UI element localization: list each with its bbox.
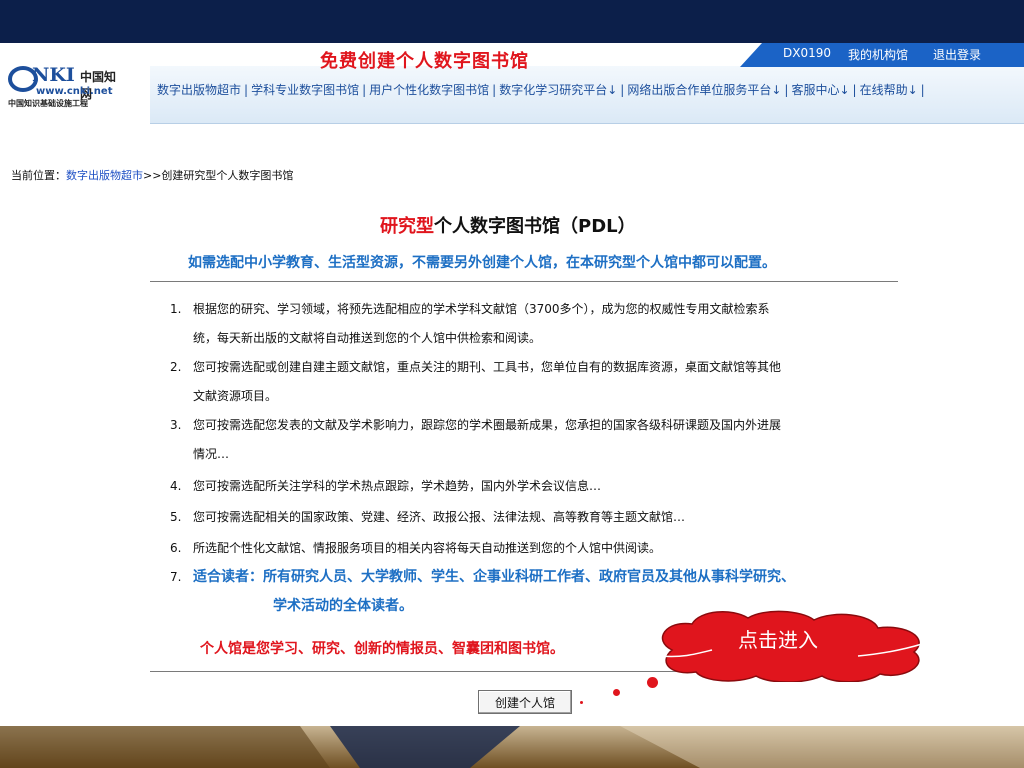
list-item-line: 情况… xyxy=(193,447,230,461)
dropdown-arrow-icon: ↓ xyxy=(607,83,618,97)
list-item-number: 2. xyxy=(170,360,182,374)
breadcrumb-link[interactable]: 数字出版物超市 xyxy=(66,169,143,182)
list-item-number: 5. xyxy=(170,510,182,524)
logo-subtitle: 中国知识基础设施工程 xyxy=(8,99,88,108)
nav-separator: | xyxy=(920,83,925,97)
nav-item-online-help[interactable]: 在线帮助↓ xyxy=(860,83,918,97)
nav-separator: | xyxy=(244,83,249,97)
nav-item-personal-library[interactable]: 用户个性化数字图书馆 xyxy=(369,83,489,97)
nav-separator: | xyxy=(492,83,497,97)
list-item-line: 您可按需选配或创建自建主题文献馆，重点关注的期刊、工具书，您单位自有的数据库资源… xyxy=(193,360,782,374)
list-item-line: 所选配个性化文献馆、情报服务项目的相关内容将每天自动推送到您的个人馆中供阅读。 xyxy=(193,541,662,555)
nav-item-subject-library[interactable]: 学科专业数字图书馆 xyxy=(251,83,359,97)
list-item-number: 3. xyxy=(170,418,182,432)
callout-dot-icon xyxy=(613,689,620,696)
logout-link[interactable]: 退出登录 xyxy=(933,46,981,63)
breadcrumb: 当前位置：数字出版物超市>>创建研究型个人数字图书馆 xyxy=(11,167,293,183)
bottom-decoration xyxy=(0,726,1024,768)
list-item-line: 您可按需选配相关的国家政策、党建、经济、政报公报、法律法规、高等教育等主题文献馆… xyxy=(193,510,686,524)
list-item-number: 7. xyxy=(170,570,182,584)
nav-separator: | xyxy=(784,83,789,97)
dropdown-arrow-icon: ↓ xyxy=(907,83,918,97)
top-banner xyxy=(0,0,1024,43)
nav-item-label: 客服中心 xyxy=(791,83,840,97)
breadcrumb-prefix: 当前位置： xyxy=(11,169,66,182)
nav-separator: | xyxy=(620,83,625,97)
divider xyxy=(150,281,898,282)
list-item-line: 适合读者：所有研究人员、大学教师、学生、企事业科研工作者、政府官员及其他从事科学… xyxy=(193,569,795,585)
nav-separator: | xyxy=(362,83,367,97)
dropdown-arrow-icon: ↓ xyxy=(771,83,782,97)
list-item-line: 根据您的研究、学习领域，将预先选配相应的学术学科文献馆（3700多个），成为您的… xyxy=(193,302,770,316)
callout-label[interactable]: 点击进入 xyxy=(738,624,818,653)
logo-url-text: www.cnki.net xyxy=(36,86,113,97)
page-title-highlight: 研究型 xyxy=(380,216,434,237)
my-institution-link[interactable]: 我的机构馆 xyxy=(848,46,908,63)
callout-dot-icon xyxy=(580,701,583,704)
user-id-link[interactable]: DX0190 xyxy=(783,46,831,60)
nav-item-customer-service[interactable]: 客服中心↓ xyxy=(791,83,849,97)
nav-item-label: 在线帮助 xyxy=(859,83,908,97)
cnki-logo[interactable]: NKI 中国知网 www.cnki.net 中国知识基础设施工程 xyxy=(8,64,126,112)
nav-item-label: 网络出版合作单位服务平台 xyxy=(627,83,772,97)
list-item-number: 1. xyxy=(170,302,182,316)
nav-item-label: 数字化学习研究平台 xyxy=(499,83,608,97)
logo-main-text: NKI xyxy=(32,64,75,86)
page-title: 研究型个人数字图书馆（PDL） xyxy=(380,212,636,238)
list-item-line: 文献资源项目。 xyxy=(193,389,278,403)
create-library-button[interactable]: 创建个人馆 xyxy=(478,690,572,714)
dropdown-arrow-icon: ↓ xyxy=(839,83,850,97)
breadcrumb-current: >>创建研究型个人数字图书馆 xyxy=(143,169,294,182)
list-item-number: 6. xyxy=(170,541,182,555)
page-title-rest: 个人数字图书馆（PDL） xyxy=(434,216,636,237)
list-item-line: 您可按需选配所关注学科的学术热点跟踪，学术趋势，国内外学术会议信息… xyxy=(193,479,602,493)
main-nav: 数字出版物超市 | 学科专业数字图书馆 | 用户个性化数字图书馆 | 数字化学习研究平台↓ |… xyxy=(157,81,928,98)
nav-item-partner-platform[interactable]: 网络出版合作单位服务平台↓ xyxy=(627,83,781,97)
header-title: 免费创建个人数字图书馆 xyxy=(320,51,529,72)
list-item-line: 您可按需选配您发表的文献及学术影响力，跟踪您的学术圈最新成果，您承担的国家各级科… xyxy=(193,418,782,432)
list-item-line: 统，每天新出版的文献将自动推送到您的个人馆中供检索和阅读。 xyxy=(193,331,542,345)
list-item-number: 4. xyxy=(170,479,182,493)
callout-dot-icon xyxy=(647,677,658,688)
nav-separator: | xyxy=(852,83,857,97)
nav-item-learning-platform[interactable]: 数字化学习研究平台↓ xyxy=(499,83,617,97)
page-subtitle: 如需选配中小学教育、生活型资源，不需要另外创建个人馆，在本研究型个人馆中都可以配… xyxy=(188,255,776,271)
footer-note: 个人馆是您学习、研究、创新的情报员、智囊团和图书馆。 xyxy=(200,641,564,657)
nav-item-digital-publication-market[interactable]: 数字出版物超市 xyxy=(157,83,241,97)
